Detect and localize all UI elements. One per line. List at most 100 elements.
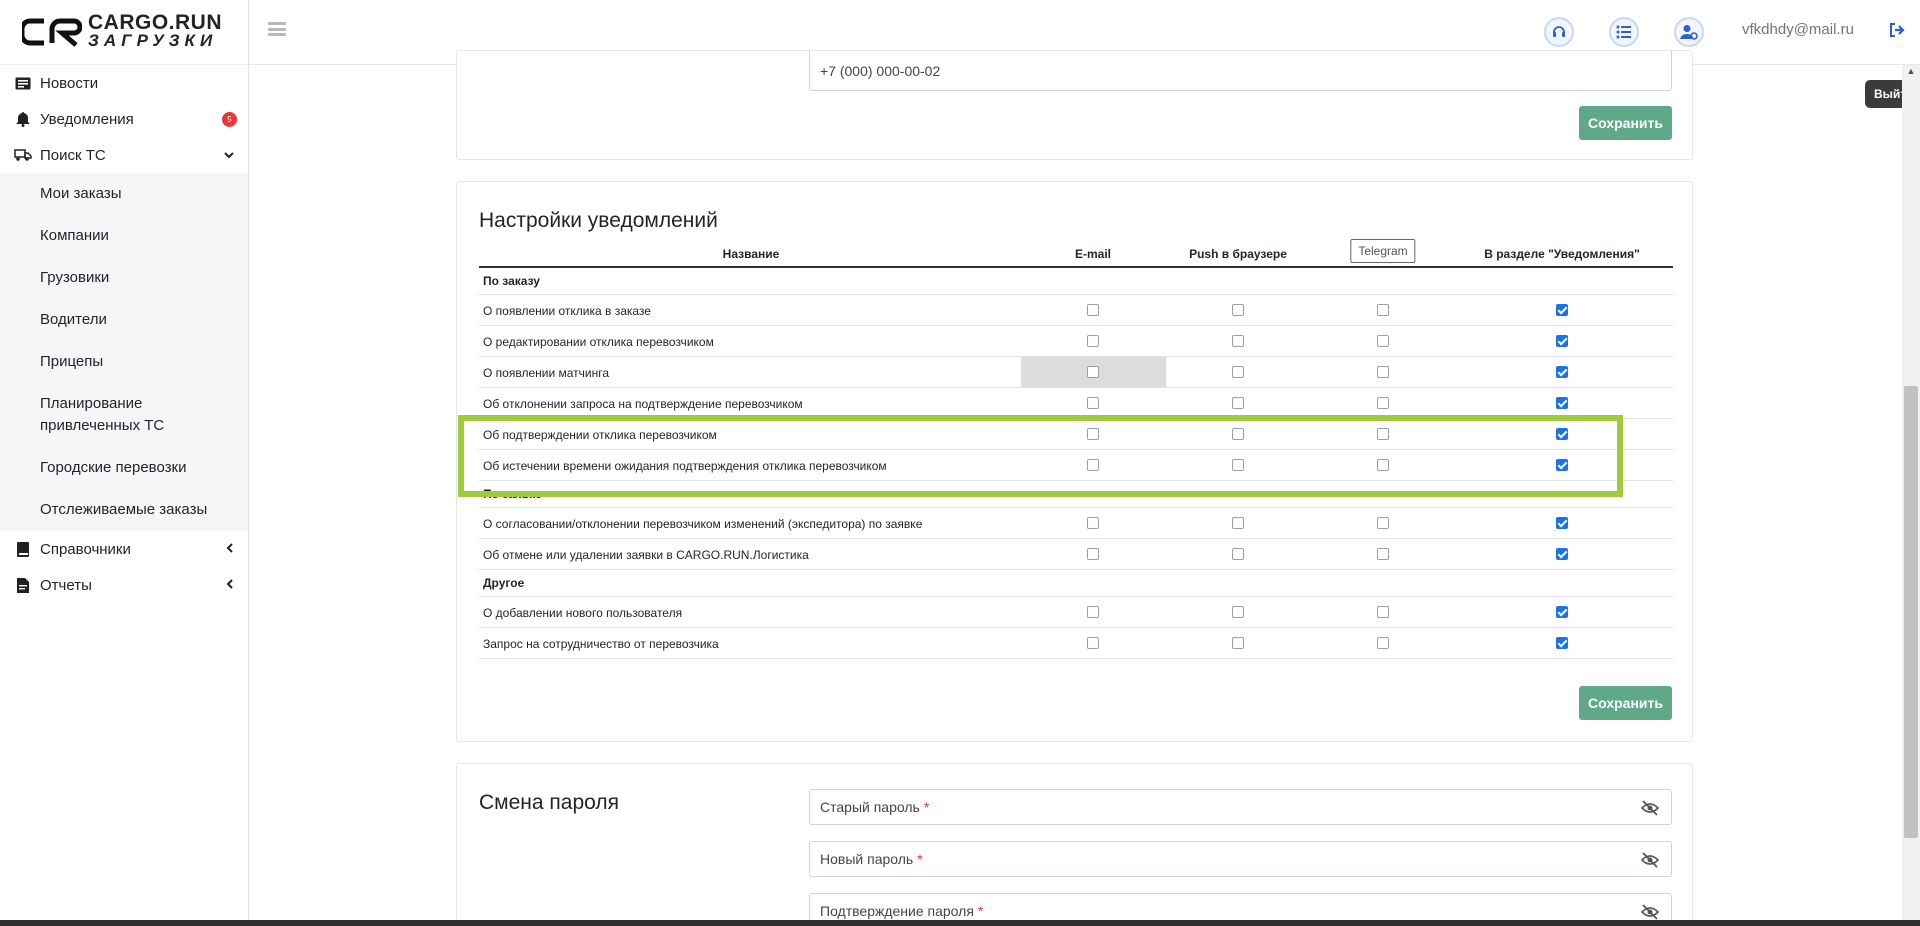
contact-card: +7 (000) 000-00-02 Сохранить: [456, 50, 1693, 160]
eye-slash-icon[interactable]: [1641, 851, 1659, 869]
sidebar-item-reports[interactable]: Отчеты: [0, 567, 248, 603]
column-push-header: Push в браузере: [1189, 247, 1287, 261]
push-checkbox[interactable]: [1232, 335, 1244, 347]
section-checkbox[interactable]: [1556, 606, 1568, 618]
email-checkbox[interactable]: [1087, 304, 1099, 316]
vehicle-search-submenu: Мои заказы Компании Грузовики Водители П…: [0, 173, 248, 531]
telegram-checkbox[interactable]: [1377, 548, 1389, 560]
hamburger-menu-icon[interactable]: [268, 22, 286, 36]
brand-logo[interactable]: CARGO.RUN ЗАГРУЗКИ: [0, 0, 248, 65]
section-checkbox[interactable]: [1556, 548, 1568, 560]
telegram-checkbox[interactable]: [1377, 304, 1389, 316]
push-checkbox[interactable]: [1232, 637, 1244, 649]
telegram-checkbox[interactable]: [1377, 517, 1389, 529]
push-checkbox[interactable]: [1232, 397, 1244, 409]
push-checkbox[interactable]: [1232, 548, 1244, 560]
list-icon[interactable]: [1609, 17, 1639, 47]
push-checkbox[interactable]: [1232, 428, 1244, 440]
section-checkbox[interactable]: [1556, 517, 1568, 529]
table-row: Об отмене или удалении заявки в CARGO.RU…: [479, 539, 1673, 570]
submenu-item-planning[interactable]: Планирование привлеченных ТС: [0, 383, 248, 447]
sidebar-item-news[interactable]: Новости: [0, 65, 248, 101]
sidebar-item-vehicle-search[interactable]: Поиск ТС: [0, 137, 248, 173]
email-checkbox[interactable]: [1087, 397, 1099, 409]
section-checkbox[interactable]: [1556, 304, 1568, 316]
section-checkbox[interactable]: [1556, 637, 1568, 649]
email-checkbox[interactable]: [1087, 517, 1099, 529]
taskbar-strip: [0, 920, 1920, 926]
section-checkbox[interactable]: [1556, 428, 1568, 440]
telegram-checkbox[interactable]: [1377, 335, 1389, 347]
eye-slash-icon[interactable]: [1641, 903, 1659, 921]
notification-name: Запрос на сотрудничество от перевозчика: [483, 637, 719, 651]
headset-icon[interactable]: [1544, 17, 1574, 47]
change-password-title: Смена пароля: [479, 791, 619, 814]
logout-icon[interactable]: [1889, 22, 1909, 42]
eye-slash-icon[interactable]: [1641, 799, 1659, 817]
report-icon: [14, 576, 32, 594]
notification-settings-table: Название E-mail Push в браузере Telegram…: [479, 233, 1673, 659]
new-password-label: Новый пароль: [820, 851, 914, 867]
submenu-item-companies[interactable]: Компании: [0, 215, 248, 257]
telegram-checkbox[interactable]: [1377, 397, 1389, 409]
email-checkbox[interactable]: [1087, 335, 1099, 347]
telegram-checkbox[interactable]: [1377, 428, 1389, 440]
email-checkbox[interactable]: [1087, 459, 1099, 471]
push-checkbox[interactable]: [1232, 606, 1244, 618]
push-checkbox[interactable]: [1232, 304, 1244, 316]
save-contact-button[interactable]: Сохранить: [1579, 106, 1672, 140]
newspaper-icon: [14, 74, 32, 92]
push-checkbox[interactable]: [1232, 517, 1244, 529]
phone-input[interactable]: +7 (000) 000-00-02: [809, 51, 1672, 91]
table-header: Название E-mail Push в браузере Telegram…: [479, 233, 1673, 268]
push-checkbox[interactable]: [1232, 366, 1244, 378]
sidebar-item-directories[interactable]: Справочники: [0, 531, 248, 567]
table-row: Запрос на сотрудничество от перевозчика: [479, 628, 1673, 659]
email-checkbox[interactable]: [1087, 606, 1099, 618]
sidebar-menu: Новости Уведомления 5 Поиск ТС: [0, 65, 248, 173]
column-section-header: В разделе "Уведомления": [1484, 247, 1640, 261]
telegram-checkbox[interactable]: [1377, 366, 1389, 378]
sidebar-item-notifications[interactable]: Уведомления 5: [0, 101, 248, 137]
section-checkbox[interactable]: [1556, 397, 1568, 409]
section-checkbox[interactable]: [1556, 335, 1568, 347]
section-checkbox[interactable]: [1556, 366, 1568, 378]
old-password-field[interactable]: Старый пароль *: [809, 789, 1672, 825]
telegram-checkbox[interactable]: [1377, 459, 1389, 471]
chevron-left-icon: [226, 578, 234, 592]
submenu-item-my-orders[interactable]: Мои заказы: [0, 173, 248, 215]
push-checkbox[interactable]: [1232, 459, 1244, 471]
submenu-item-trailers[interactable]: Прицепы: [0, 341, 248, 383]
submenu-item-city-transport[interactable]: Городские перевозки: [0, 447, 248, 489]
notification-name: Об отмене или удалении заявки в CARGO.RU…: [483, 548, 809, 562]
email-checkbox[interactable]: [1087, 637, 1099, 649]
email-checkbox[interactable]: [1087, 428, 1099, 440]
sidebar-item-label: Новости: [40, 74, 99, 92]
user-email[interactable]: vfkdhdy@mail.ru: [1742, 21, 1854, 38]
scrollbar-thumb[interactable]: [1904, 386, 1918, 838]
cargo-run-logo-icon: [22, 18, 82, 47]
table-row: О добавлении нового пользователя: [479, 597, 1673, 628]
sidebar-menu-bottom: Справочники Отчеты: [0, 531, 248, 603]
submenu-item-tracked-orders[interactable]: Отслеживаемые заказы: [0, 489, 248, 531]
new-password-field[interactable]: Новый пароль *: [809, 841, 1672, 877]
section-checkbox[interactable]: [1556, 459, 1568, 471]
notification-name: О добавлении нового пользователя: [483, 606, 683, 620]
submenu-item-trucks[interactable]: Грузовики: [0, 257, 248, 299]
change-password-card: Смена пароля Старый пароль * Новый пароль…: [456, 763, 1693, 926]
telegram-checkbox[interactable]: [1377, 637, 1389, 649]
old-password-label: Старый пароль: [820, 799, 920, 815]
submenu-item-drivers[interactable]: Водители: [0, 299, 248, 341]
scroll-up-arrow-icon[interactable]: ▲: [1902, 64, 1920, 78]
column-telegram-button[interactable]: Telegram: [1350, 239, 1416, 263]
brand-line2: ЗАГРУЗКИ: [88, 31, 218, 50]
table-row: Об отклонении запроса на подтверждение п…: [479, 388, 1673, 419]
chevron-left-icon: [226, 542, 234, 556]
notification-settings-title: Настройки уведомлений: [479, 209, 718, 232]
table-row: О появлении отклика в заказе: [479, 295, 1673, 326]
notification-name: О появлении матчинга: [483, 366, 610, 380]
save-notifications-button[interactable]: Сохранить: [1579, 686, 1672, 720]
user-settings-icon[interactable]: [1674, 17, 1704, 47]
email-checkbox[interactable]: [1087, 548, 1099, 560]
telegram-checkbox[interactable]: [1377, 606, 1389, 618]
